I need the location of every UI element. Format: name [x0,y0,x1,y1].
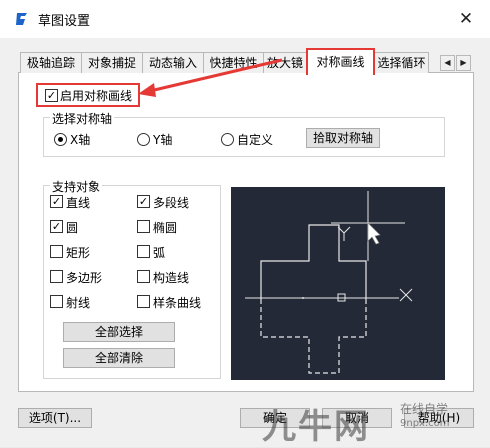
checkbox-rectangle[interactable] [50,245,63,258]
radio-x-axis-label[interactable]: X轴 [70,131,90,148]
radio-custom-label[interactable]: 自定义 [237,131,273,148]
tab-polar-tracking[interactable]: 极轴追踪 [20,52,82,73]
label-rectangle[interactable]: 矩形 [66,244,90,261]
radio-custom[interactable] [221,133,234,146]
label-line[interactable]: 直线 [66,194,90,211]
enable-symmetry-checkbox[interactable]: ✓ [45,89,58,102]
label-circle[interactable]: 圆 [66,219,78,236]
label-construction-line[interactable]: 构造线 [153,269,189,286]
options-button[interactable]: 选项(T)... [18,408,92,428]
label-arc[interactable]: 弧 [153,244,165,261]
checkbox-arc[interactable] [137,245,150,258]
close-button[interactable]: ✕ [455,8,477,30]
watermark-url: 9npx.com [400,418,450,429]
checkbox-polygon[interactable] [50,270,63,283]
radio-y-axis[interactable] [137,133,150,146]
checkbox-construction-line[interactable] [137,270,150,283]
axis-group-title: 选择对称轴 [50,110,115,127]
select-all-button[interactable]: 全部选择 [63,322,175,342]
clear-all-button[interactable]: 全部清除 [63,348,175,368]
label-spline[interactable]: 样条曲线 [153,294,201,311]
tab-symmetry-draw[interactable]: 对称画线 [306,48,375,75]
pick-axis-button[interactable]: 拾取对称轴 [306,128,380,148]
checkbox-ellipse[interactable] [137,220,150,233]
symmetry-preview [231,187,445,380]
label-polygon[interactable]: 多边形 [66,269,102,286]
checkbox-line[interactable]: ✓ [50,195,63,208]
label-polyline[interactable]: 多段线 [153,194,189,211]
radio-x-axis[interactable] [54,133,67,146]
watermark-subtext: 在线自学 [400,402,449,416]
watermark-text: 九牛网 [262,407,370,447]
label-ellipse[interactable]: 椭圆 [153,219,177,236]
checkbox-ray[interactable] [50,295,63,308]
label-ray[interactable]: 射线 [66,294,90,311]
window-title: 草图设置 [38,14,91,29]
checkbox-polyline[interactable]: ✓ [137,195,150,208]
app-logo-icon [14,11,30,27]
objects-group-title: 支持对象 [50,178,103,195]
tab-scroll-right-icon[interactable]: ▶ [456,55,471,71]
tab-selection-cycling[interactable]: 选择循环 [374,52,429,73]
checkbox-spline[interactable] [137,295,150,308]
annotation-arrow-icon [138,58,283,97]
tab-scroll-left-icon[interactable]: ◀ [440,55,455,71]
enable-symmetry-label[interactable]: 启用对称画线 [60,87,132,104]
radio-y-axis-label[interactable]: Y轴 [153,131,172,148]
checkbox-circle[interactable]: ✓ [50,220,63,233]
